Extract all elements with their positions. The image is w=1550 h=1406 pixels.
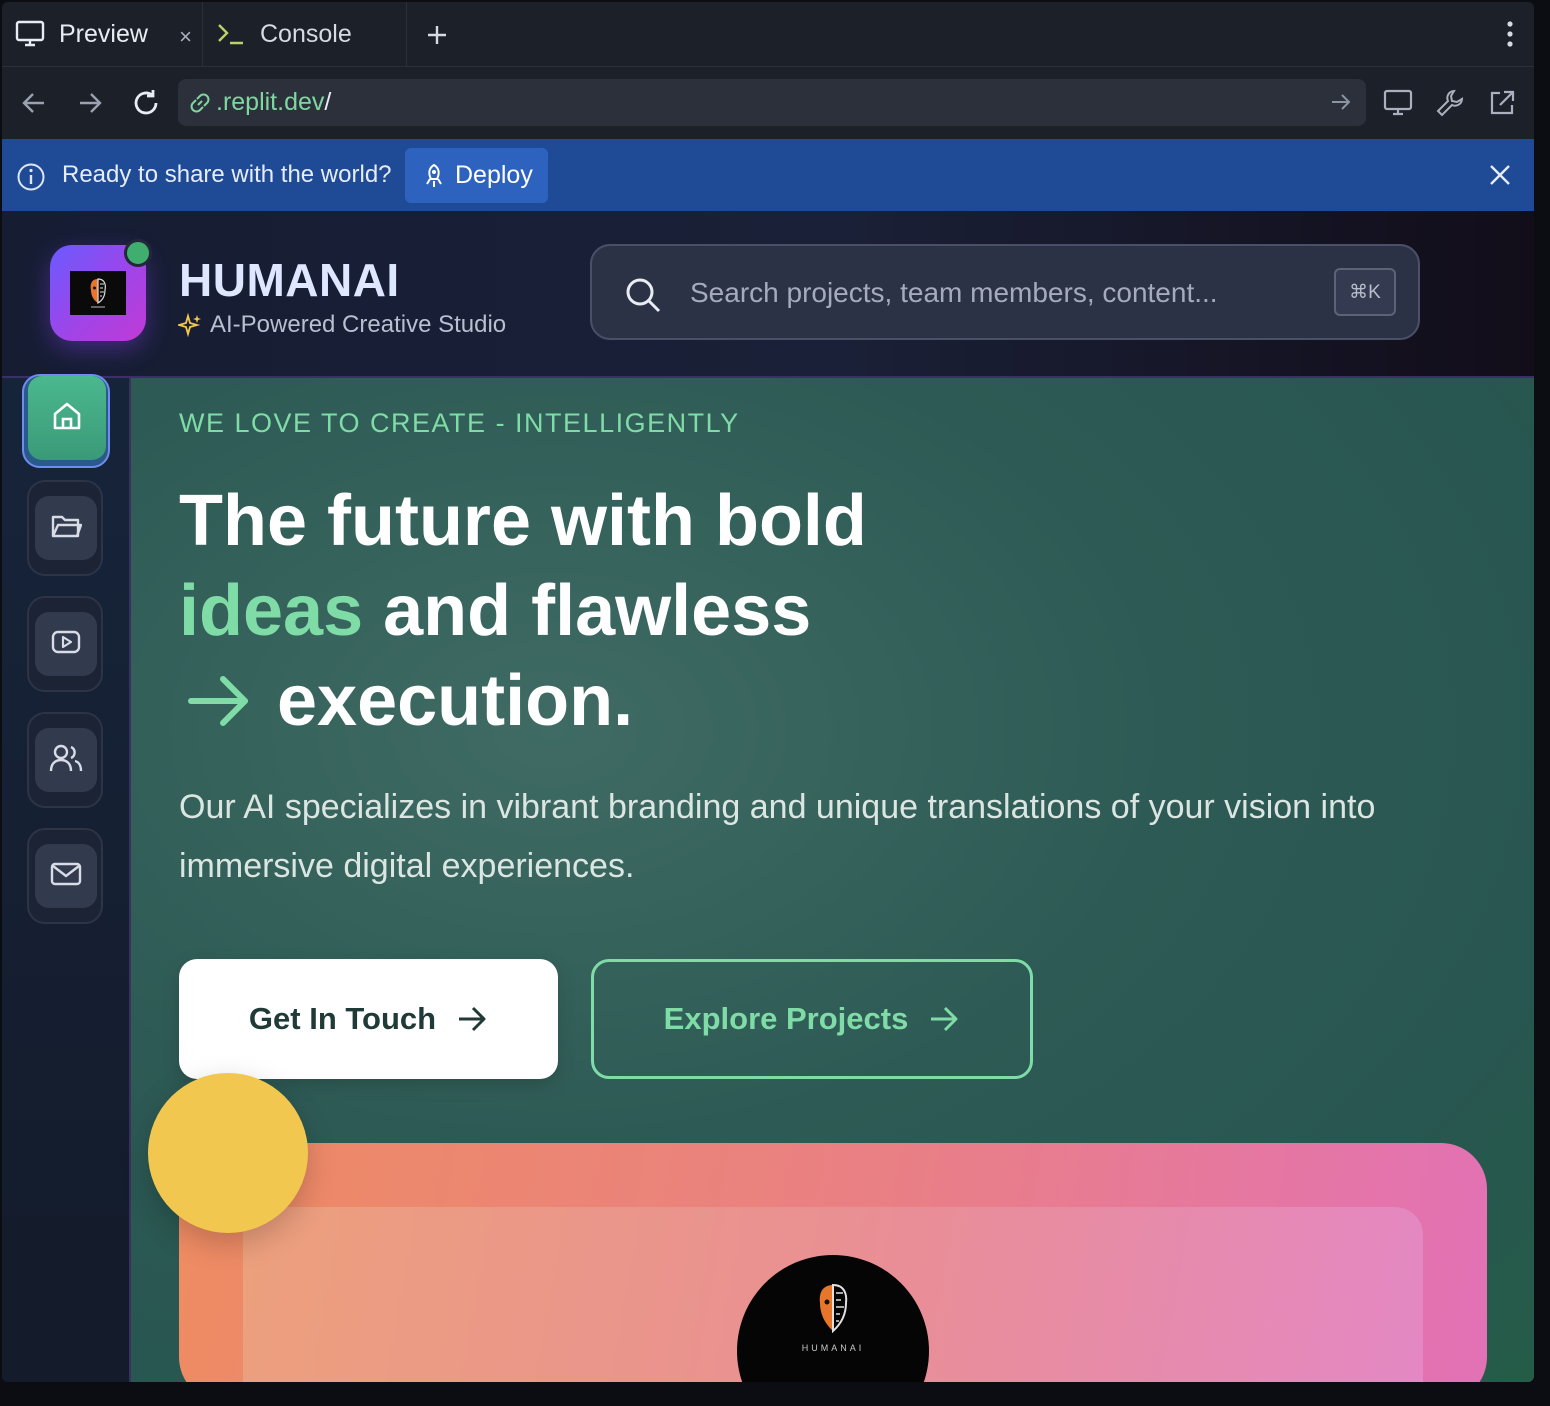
headline-line-2: ideas and flawless [179, 566, 867, 656]
wrench-icon[interactable] [1434, 87, 1466, 119]
sidebar-item-projects[interactable] [27, 480, 103, 576]
monitor-icon [15, 20, 45, 48]
online-status-indicator [124, 239, 152, 267]
deploy-banner: Ready to share with the world? Deploy [2, 139, 1534, 211]
headline-highlight: ideas [179, 571, 364, 651]
keyboard-shortcut-badge: ⌘K [1334, 268, 1396, 316]
humanai-mask-logo [811, 1281, 855, 1337]
back-icon[interactable] [18, 87, 50, 119]
arrow-right-icon [183, 671, 253, 731]
sparkles-icon [178, 313, 202, 337]
tab-preview[interactable]: Preview × [2, 2, 203, 66]
terminal-icon [216, 21, 246, 47]
link-icon [188, 91, 212, 115]
hero-headline: The future with bold ideas and flawless … [179, 476, 867, 746]
humanai-mask-logo [70, 271, 126, 315]
headline-line-3-text: execution. [277, 661, 634, 741]
tab-console[interactable]: Console [203, 2, 407, 66]
explore-projects-button[interactable]: Explore Projects [591, 959, 1033, 1079]
sidebar [2, 374, 131, 1382]
hero-section: WE LOVE TO CREATE - INTELLIGENTLY The fu… [131, 378, 1534, 1382]
deploy-button[interactable]: Deploy [405, 148, 548, 203]
deploy-label: Deploy [455, 161, 533, 189]
search-icon [624, 276, 662, 319]
banner-message: Ready to share with the world? [62, 161, 392, 188]
get-in-touch-label: Get In Touch [248, 1001, 437, 1036]
mail-icon [50, 861, 82, 892]
hero-kicker: WE LOVE TO CREATE - INTELLIGENTLY [179, 408, 740, 438]
sidebar-item-contact[interactable] [27, 828, 103, 924]
arrow-right-icon [456, 1005, 488, 1033]
hero-description: Our AI specializes in vibrant branding a… [179, 788, 1376, 885]
users-icon [49, 743, 83, 778]
app-logo[interactable] [50, 239, 152, 341]
add-tab-button[interactable] [422, 20, 452, 50]
play-icon [50, 628, 82, 661]
more-options-icon[interactable] [1506, 20, 1514, 53]
get-in-touch-button[interactable]: Get In Touch [179, 959, 558, 1079]
deploy-icon [423, 163, 445, 189]
tab-bar: Preview × Console [2, 2, 1534, 67]
browser-window: Preview × Console .replit.dev / Ready to… [2, 2, 1534, 1382]
brand-tagline: AI-Powered Creative Studio [178, 311, 506, 339]
headline-line-3: execution. [179, 656, 867, 746]
badge-wordmark: HUMANAI [801, 1343, 865, 1353]
reload-icon[interactable] [130, 87, 162, 119]
open-external-icon[interactable] [1486, 87, 1518, 119]
url-host: .replit.dev [216, 88, 325, 116]
explore-projects-label: Explore Projects [663, 1001, 909, 1036]
tagline-text: AI-Powered Creative Studio [210, 311, 507, 338]
close-icon[interactable] [1488, 163, 1512, 192]
showcase-card: HUMANAI [179, 1143, 1487, 1382]
home-icon [51, 400, 83, 437]
headline-line-1: The future with bold [179, 481, 867, 561]
app-header: HUMANAI AI-Powered Creative Studio ⌘K [2, 211, 1534, 378]
folder-icon [50, 512, 83, 545]
sidebar-item-home[interactable] [22, 374, 110, 468]
info-icon [16, 162, 46, 197]
tab-console-label: Console [260, 19, 352, 48]
headline-line-2-rest: and flawless [383, 571, 812, 651]
forward-icon[interactable] [74, 87, 106, 119]
url-bar[interactable]: .replit.dev / [178, 79, 1366, 126]
go-arrow-icon[interactable] [1330, 91, 1352, 120]
navigation-bar: .replit.dev / [2, 67, 1534, 140]
arrow-right-icon [928, 1005, 960, 1033]
sidebar-item-videos[interactable] [27, 596, 103, 692]
search-input[interactable] [688, 272, 1332, 314]
url-path: / [324, 88, 332, 116]
tab-close-button[interactable]: × [179, 24, 192, 50]
device-preview-icon[interactable] [1382, 87, 1414, 119]
search-box: ⌘K [590, 244, 1420, 340]
sidebar-item-team[interactable] [27, 712, 103, 808]
tab-preview-label: Preview [59, 19, 148, 48]
brand-name: HUMANAI [179, 254, 400, 306]
decorative-yellow-circle [148, 1073, 308, 1233]
